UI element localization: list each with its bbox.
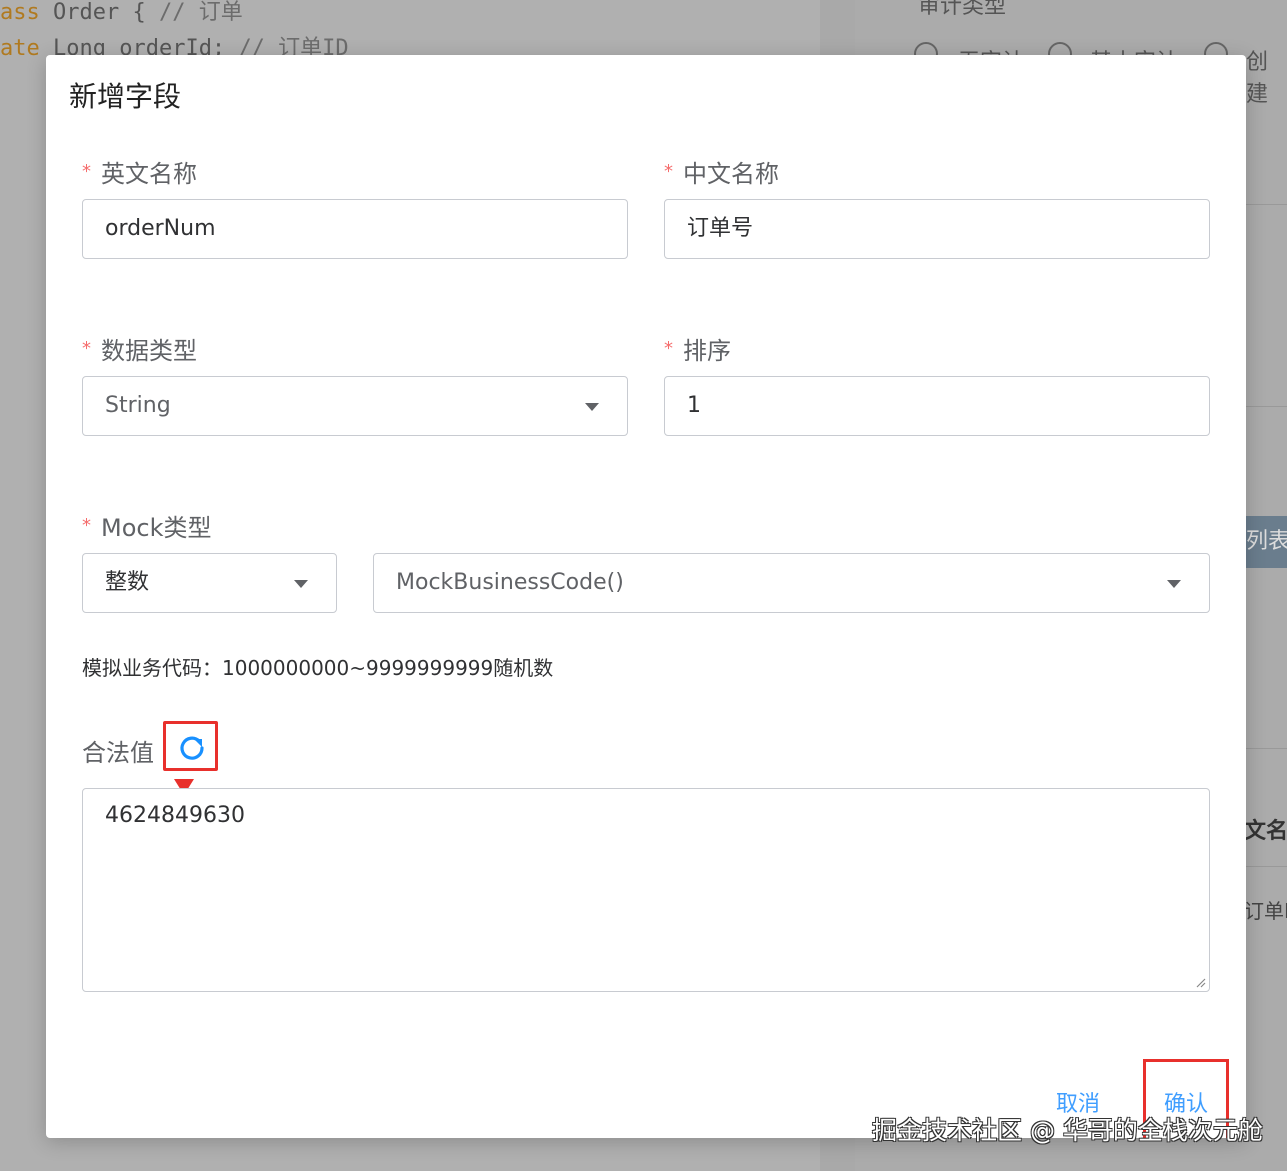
mock-function-select[interactable]: MockBusinessCode() <box>373 553 1210 613</box>
list-button: 列表 <box>1244 516 1287 568</box>
required-mark: * <box>82 161 91 182</box>
legal-value-label: 合法值 <box>82 739 154 767</box>
refresh-highlight <box>163 721 218 771</box>
required-mark: * <box>82 338 91 359</box>
chevron-down-icon <box>294 580 308 588</box>
divider <box>1246 866 1287 867</box>
required-mark: * <box>82 515 91 536</box>
table-cell: 订单ID <box>1244 899 1287 923</box>
chevron-down-icon <box>585 403 599 411</box>
legal-value-textarea[interactable]: 4624849630 <box>82 788 1210 992</box>
sort-label: * 排序 <box>664 337 731 365</box>
data-type-label: * 数据类型 <box>82 337 197 365</box>
required-mark: * <box>664 338 673 359</box>
english-name-label: * 英文名称 <box>82 160 197 188</box>
resize-handle-icon[interactable] <box>1194 976 1206 988</box>
code-line: ass Order { // 订单 <box>0 0 243 25</box>
watermark: 掘金技术社区 @ 华哥的全栈次元舱 <box>872 1116 1263 1145</box>
english-name-input[interactable]: orderNum <box>82 199 628 259</box>
add-field-dialog: 新增字段 * 英文名称 orderNum * 中文名称 订单号 * 数据类型 Stri… <box>46 55 1246 1138</box>
sort-input[interactable]: 1 <box>664 376 1210 436</box>
dialog-title: 新增字段 <box>69 80 182 113</box>
audit-type-label: 审计类型 <box>918 0 1007 19</box>
table-column-header: 文名称 <box>1244 819 1287 844</box>
chevron-down-icon <box>1167 580 1181 588</box>
refresh-icon[interactable] <box>178 733 206 761</box>
required-mark: * <box>664 161 673 182</box>
mock-function-value: MockBusinessCode() <box>396 570 624 595</box>
divider <box>1246 204 1287 205</box>
radio-label: 创建 <box>1246 50 1269 107</box>
mock-category-value: 整数 <box>105 570 150 595</box>
chinese-name-label: * 中文名称 <box>664 160 779 188</box>
data-type-value: String <box>105 393 171 418</box>
chinese-name-input[interactable]: 订单号 <box>664 199 1210 259</box>
legal-value-text: 4624849630 <box>105 803 245 828</box>
mock-type-label: * Mock类型 <box>82 514 212 542</box>
data-type-select[interactable]: String <box>82 376 628 436</box>
divider <box>1246 748 1287 749</box>
divider <box>1246 406 1287 407</box>
mock-hint-text: 模拟业务代码：1000000000~9999999999随机数 <box>82 656 554 680</box>
mock-category-select[interactable]: 整数 <box>82 553 337 613</box>
